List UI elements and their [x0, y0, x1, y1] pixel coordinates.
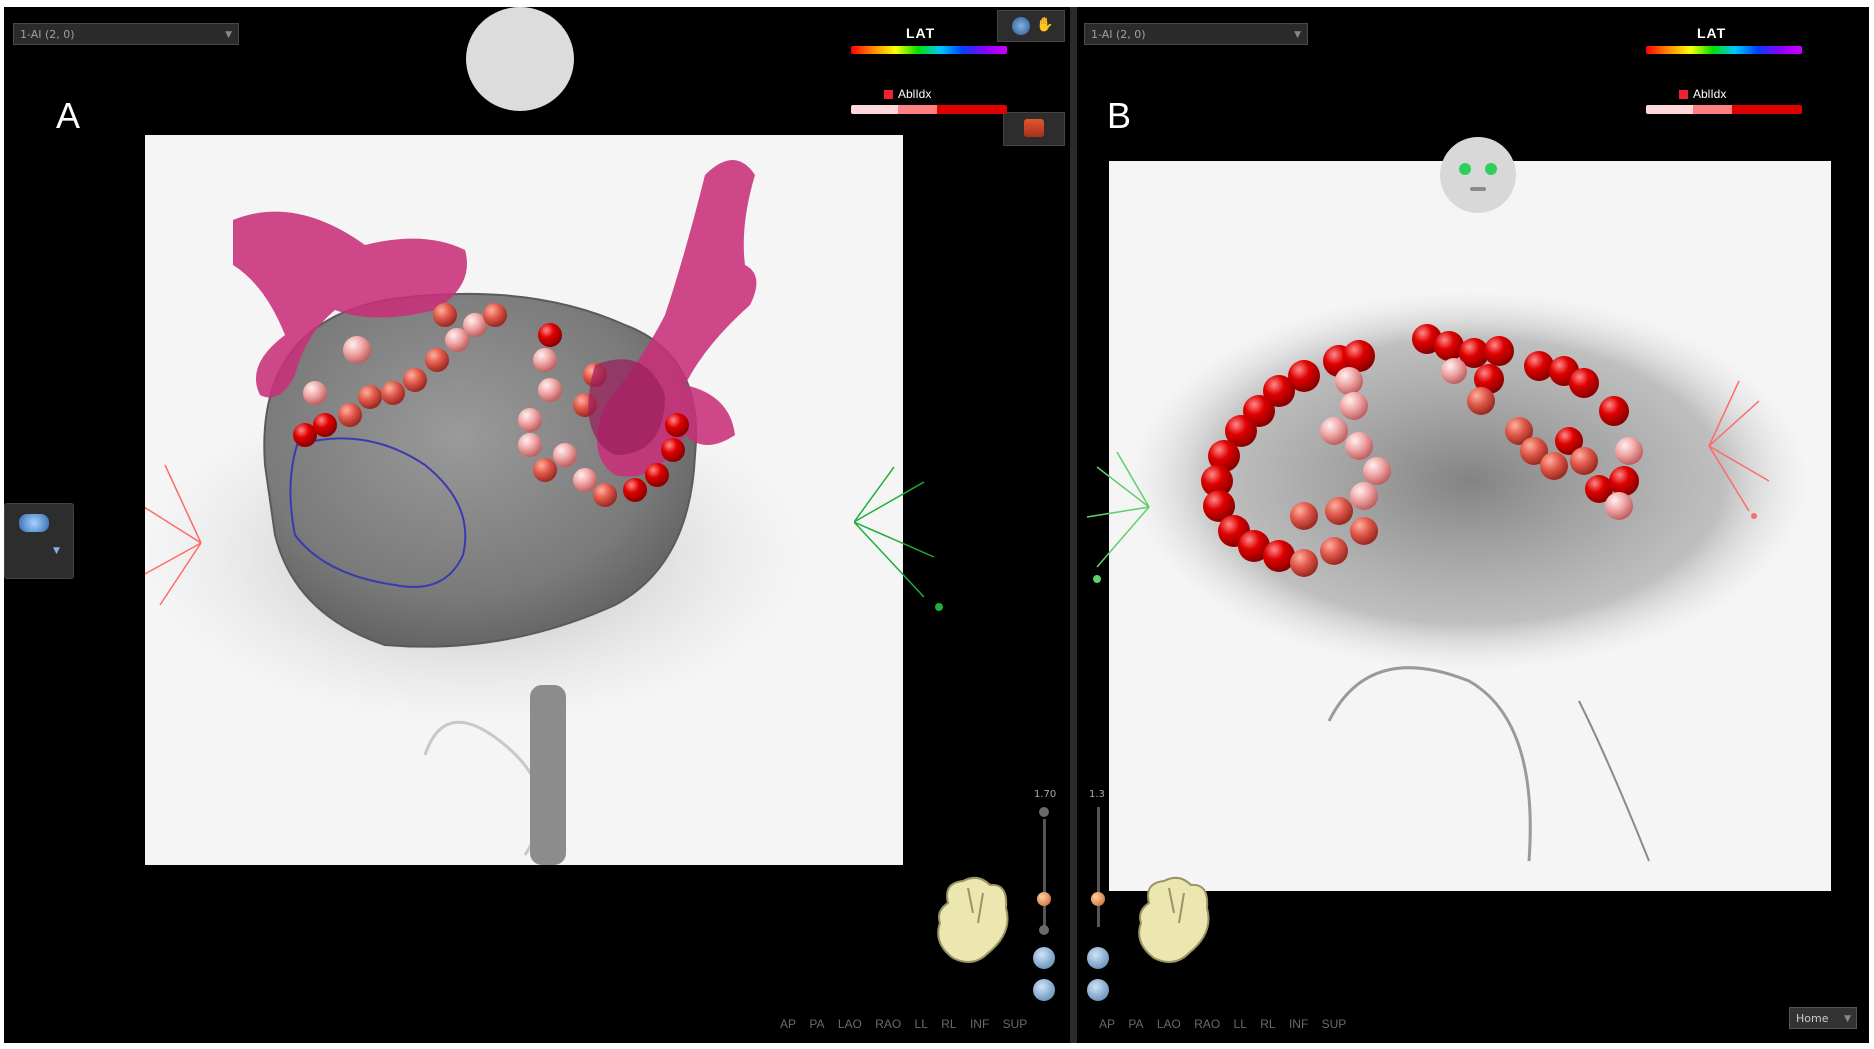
zoom-slider-knob-b[interactable]: [1091, 892, 1105, 906]
ablation-render-b: [1129, 291, 1809, 862]
side-toolbar-a[interactable]: ▼: [4, 503, 74, 579]
ablation-color-scale-a: [851, 105, 1007, 114]
eye-icon: [1459, 163, 1471, 175]
chevron-down-icon: ▼: [1294, 30, 1301, 40]
pan-icon[interactable]: ✋: [1036, 17, 1053, 33]
ablation-color-scale-b: [1646, 105, 1802, 114]
chevron-down-icon: ▼: [225, 30, 232, 40]
zoom-slider-track-a[interactable]: [1043, 819, 1046, 927]
fluoro-vessel: [1327, 666, 1532, 862]
view-sup-button[interactable]: SUP: [1003, 1017, 1028, 1031]
map-selector-a[interactable]: 1-AI (2, 0) ▼: [13, 23, 239, 45]
ablation-color-icon: [884, 90, 893, 99]
zoom-value-a: 1.70: [1034, 789, 1057, 800]
zoom-top-dot: [1039, 807, 1049, 817]
rotate-icon[interactable]: [1012, 17, 1030, 35]
view-ll-button[interactable]: LL: [1234, 1017, 1247, 1031]
mouth-icon: [1470, 187, 1486, 191]
view-rl-button[interactable]: RL: [1260, 1017, 1275, 1031]
fluoro-vessel: [423, 720, 543, 856]
view-ap-button[interactable]: AP: [1099, 1017, 1115, 1031]
view-lao-button[interactable]: LAO: [838, 1017, 862, 1031]
axis-indicator-left-b: [1086, 451, 1150, 583]
zoom-bottom-dot: [1039, 925, 1049, 935]
home-view-label: Home: [1796, 1012, 1829, 1025]
map-tools-a[interactable]: [1003, 112, 1065, 146]
zoom-value-b: 1.3: [1089, 789, 1105, 800]
view-rao-button[interactable]: RAO: [1194, 1017, 1220, 1031]
map-display-icon[interactable]: [1024, 119, 1044, 137]
view-tools-a[interactable]: ✋: [997, 10, 1065, 42]
ablation-index-label-b: AblIdx: [1679, 87, 1726, 101]
catheter-view-icon[interactable]: [19, 514, 49, 532]
catheter-trace: [1578, 700, 1650, 862]
rotate-view-button-b[interactable]: [1087, 979, 1109, 1001]
view-inf-button[interactable]: INF: [970, 1017, 989, 1031]
heart-orientation-icon[interactable]: [1129, 873, 1219, 973]
axis-indicator-right-a: [854, 466, 943, 611]
view-ll-button[interactable]: LL: [915, 1017, 928, 1031]
map-selector-a-value: 1-AI (2, 0): [20, 28, 75, 41]
lat-color-scale-a: [851, 46, 1007, 54]
panel-b: 1-AI (2, 0) ▼ B LAT AblIdx 1.3 AP PA LAO…: [1077, 7, 1869, 1043]
view-sup-button[interactable]: SUP: [1322, 1017, 1347, 1031]
chevron-down-icon[interactable]: ▼: [53, 546, 60, 556]
reset-view-button-a[interactable]: [1033, 947, 1055, 969]
view-rao-button[interactable]: RAO: [875, 1017, 901, 1031]
catheter-shaft: [530, 685, 566, 865]
panel-letter-b: B: [1107, 95, 1132, 136]
reset-view-button-b[interactable]: [1087, 947, 1109, 969]
map-selector-b[interactable]: 1-AI (2, 0) ▼: [1084, 23, 1308, 45]
panel-a: 1-AI (2, 0) ▼ ✋ A LAT AblIdx ▼ 1.70 AP P…: [4, 7, 1070, 1043]
view-ap-button[interactable]: AP: [780, 1017, 796, 1031]
view-pa-button[interactable]: PA: [1128, 1017, 1143, 1031]
eye-icon: [1485, 163, 1497, 175]
ablation-color-icon: [1679, 90, 1688, 99]
zoom-slider-track-b[interactable]: [1097, 807, 1100, 927]
patient-orientation-icon: [1440, 137, 1516, 213]
lat-color-scale-b: [1646, 46, 1802, 54]
view-buttons-a: AP PA LAO RAO LL RL INF SUP: [780, 1017, 1037, 1031]
home-view-select[interactable]: Home ▼: [1789, 1007, 1857, 1029]
panel-letter-a: A: [56, 95, 81, 136]
panel-divider[interactable]: [1070, 7, 1077, 1043]
view-buttons-b: AP PA LAO RAO LL RL INF SUP: [1099, 1017, 1356, 1031]
view-rl-button[interactable]: RL: [941, 1017, 956, 1031]
zoom-slider-knob-a[interactable]: [1037, 892, 1051, 906]
heart-orientation-icon[interactable]: [928, 873, 1018, 973]
chevron-down-icon: ▼: [1844, 1014, 1851, 1024]
view-inf-button[interactable]: INF: [1289, 1017, 1308, 1031]
map-selector-b-value: 1-AI (2, 0): [1091, 28, 1146, 41]
lat-label-b: LAT: [1697, 25, 1727, 41]
viewport-a[interactable]: [145, 135, 903, 865]
rotate-view-button-a[interactable]: [1033, 979, 1055, 1001]
viewport-b[interactable]: [1109, 161, 1831, 891]
lat-label-a: LAT: [906, 25, 936, 41]
view-lao-button[interactable]: LAO: [1157, 1017, 1181, 1031]
view-pa-button[interactable]: PA: [809, 1017, 824, 1031]
orientation-indicator-a: [466, 7, 574, 111]
ablation-index-label-a: AblIdx: [884, 87, 931, 101]
anatomy-render-a: [145, 160, 805, 865]
